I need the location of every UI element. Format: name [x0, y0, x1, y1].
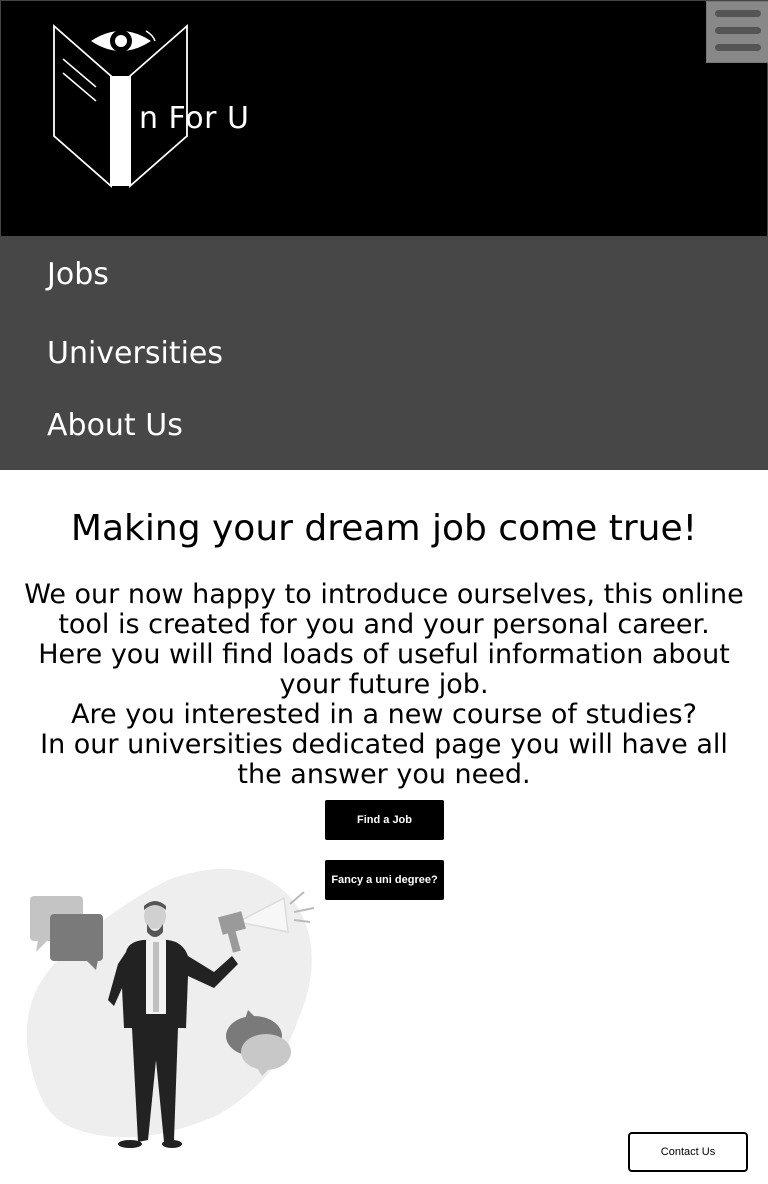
- nav-item-about-us[interactable]: About Us: [47, 408, 183, 443]
- intro-text: We our now happy to introduce ourselves,…: [20, 580, 748, 790]
- contact-us-button[interactable]: Contact Us: [628, 1132, 748, 1172]
- intro-line: We our now happy to introduce ourselves,…: [24, 579, 744, 640]
- logo-text: n For U: [139, 101, 250, 136]
- nav-item-universities[interactable]: Universities: [47, 336, 223, 371]
- find-job-button[interactable]: Find a Job: [325, 800, 444, 840]
- nav-item-jobs[interactable]: Jobs: [47, 257, 109, 292]
- hamburger-icon-bar: [715, 44, 761, 51]
- site-header: n For U: [0, 0, 768, 237]
- hamburger-menu-button[interactable]: [706, 1, 768, 63]
- uni-degree-button[interactable]: Fancy a uni degree?: [325, 860, 444, 900]
- intro-line: Are you interested in a new course of st…: [71, 699, 697, 730]
- intro-line: In our universities dedicated page you w…: [40, 729, 728, 790]
- nav-menu: Jobs Universities About Us: [0, 237, 768, 470]
- hamburger-icon-bar: [715, 10, 761, 17]
- businessman-megaphone-illustration: [26, 868, 315, 1148]
- hamburger-icon-bar: [715, 27, 761, 34]
- intro-line: Here you will find loads of useful infor…: [38, 639, 730, 700]
- page-headline: Making your dream job come true!: [70, 508, 698, 549]
